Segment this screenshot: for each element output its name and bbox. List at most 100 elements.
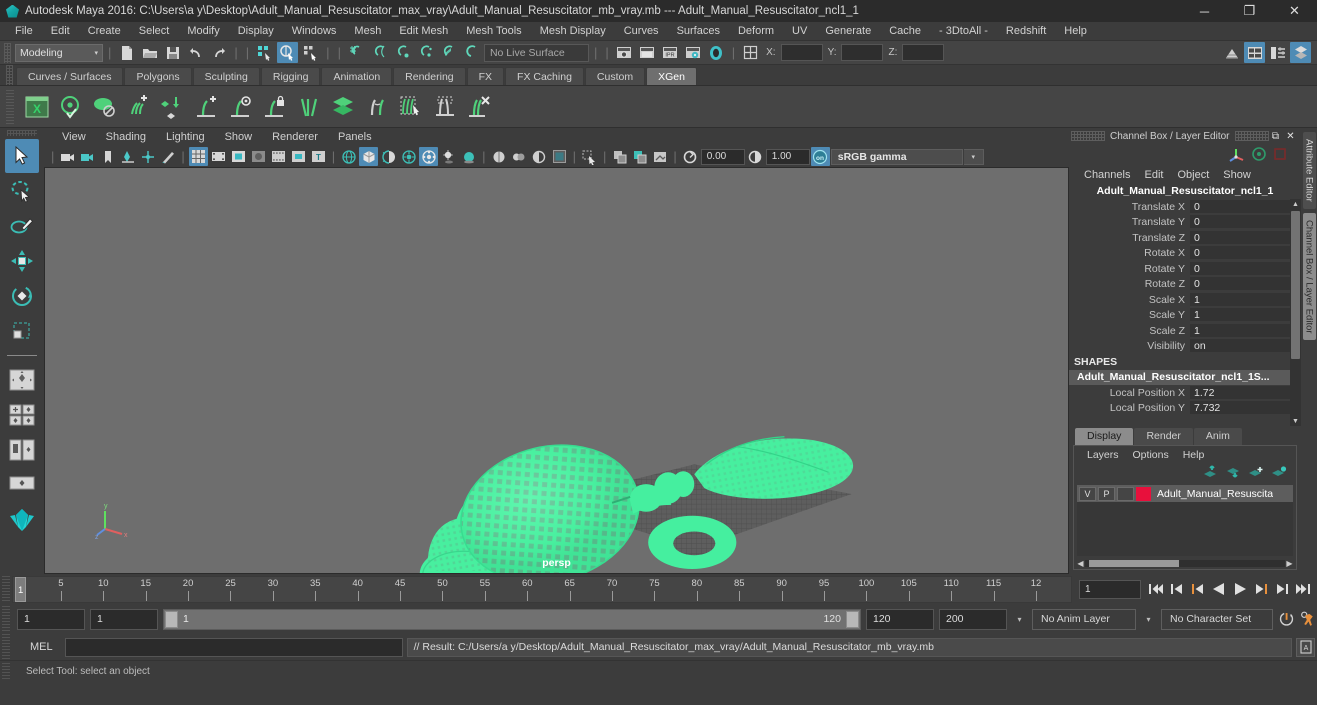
z-input-field[interactable] — [902, 44, 945, 61]
menu-uv[interactable]: UV — [783, 22, 816, 41]
undock-panel-icon[interactable]: ⧉ — [1269, 130, 1282, 143]
shelf-tab-polygons[interactable]: Polygons — [124, 67, 192, 85]
menu-help[interactable]: Help — [1055, 22, 1096, 41]
channel-value[interactable]: 1.72 — [1190, 385, 1290, 400]
layer-color-swatch[interactable] — [1136, 486, 1151, 501]
shelf-tab-sculpting[interactable]: Sculpting — [192, 67, 260, 85]
paint-select-tool-button[interactable] — [5, 209, 39, 243]
range-start-handle[interactable] — [165, 610, 178, 628]
scroll-right-arrow[interactable]: ▶ — [1285, 559, 1294, 568]
current-frame-field[interactable]: 1 — [1079, 579, 1141, 599]
help-menu[interactable]: Help — [1176, 449, 1212, 461]
snap-to-point-button[interactable] — [392, 42, 413, 63]
x-ray-joints-icon[interactable] — [510, 147, 529, 166]
toggle-modeling-toolkit-button[interactable] — [1221, 42, 1242, 63]
close-panel-icon[interactable]: ✕ — [1284, 130, 1297, 143]
tab-channel-box-layer-editor[interactable]: Channel Box / Layer Editor — [1302, 212, 1316, 341]
menu-windows[interactable]: Windows — [283, 22, 346, 41]
show-menu[interactable]: Show — [1216, 169, 1258, 181]
textured-shading-icon[interactable] — [399, 147, 418, 166]
layout-hypergraph-button[interactable] — [5, 468, 39, 502]
menu-3dtoall[interactable]: - 3DtoAll - — [930, 22, 997, 41]
shelf-tab-rendering[interactable]: Rendering — [393, 67, 466, 85]
object-menu[interactable]: Object — [1170, 169, 1216, 181]
layer-visibility-toggle[interactable]: V — [1079, 486, 1096, 501]
select-by-component-type-button[interactable] — [300, 42, 321, 63]
menu-edit[interactable]: Edit — [42, 22, 79, 41]
range-start-field[interactable]: 1 — [90, 608, 158, 630]
xgen-editor-icon[interactable]: X — [22, 92, 52, 122]
edit-menu[interactable]: Edit — [1137, 169, 1170, 181]
toggle-tool-settings-button[interactable] — [1267, 42, 1288, 63]
layout-single-persp-button[interactable] — [5, 433, 39, 467]
select-tool-button[interactable] — [5, 139, 39, 173]
render-current-frame-button[interactable] — [614, 42, 635, 63]
layers-menu[interactable]: Layers — [1080, 449, 1126, 461]
redo-render-button[interactable] — [637, 42, 658, 63]
snap-to-projected-center-button[interactable] — [415, 42, 436, 63]
menu-create[interactable]: Create — [79, 22, 130, 41]
smooth-shading-icon[interactable] — [359, 147, 379, 166]
tab-anim[interactable]: Anim — [1193, 428, 1242, 445]
options-menu[interactable]: Options — [1126, 449, 1176, 461]
anim-layer-selector[interactable]: No Anim Layer — [1032, 608, 1136, 630]
xgen-length-icon[interactable] — [362, 92, 392, 122]
select-by-hierarchy-button[interactable] — [254, 42, 275, 63]
toolbox-grip[interactable] — [7, 130, 37, 136]
film-gate-icon[interactable] — [209, 147, 228, 166]
y-input-field[interactable] — [841, 44, 884, 61]
rotate-manip-icon[interactable] — [1250, 145, 1268, 166]
animation-start-field[interactable]: 1 — [17, 608, 85, 630]
channel-value[interactable]: 1 — [1190, 292, 1290, 307]
ambient-occlusion-icon[interactable] — [459, 147, 478, 166]
layer-list[interactable]: V P Adult_Manual_Resuscita — [1077, 485, 1293, 556]
xgen-add-guides-icon[interactable] — [124, 92, 154, 122]
range-slider[interactable]: 1 120 — [163, 608, 861, 630]
menu-deform[interactable]: Deform — [729, 22, 783, 41]
remove-image-icon[interactable] — [650, 147, 669, 166]
go-to-end-icon[interactable] — [1294, 580, 1311, 599]
step-back-keyframe-icon[interactable] — [1168, 580, 1185, 599]
status-line-grip[interactable] — [4, 42, 11, 63]
new-scene-button[interactable] — [116, 42, 137, 63]
channel-value[interactable]: 0 — [1190, 246, 1290, 261]
gamma-field[interactable]: 1.00 — [765, 148, 810, 165]
color-management-field[interactable]: sRGB gamma — [830, 148, 963, 165]
play-forwards-icon[interactable] — [1231, 580, 1248, 599]
resolution-gate-icon[interactable] — [229, 147, 248, 166]
toggle-input-fields-button[interactable] — [740, 42, 761, 63]
new-layer-icon[interactable] — [1248, 465, 1264, 482]
command-language-label[interactable]: MEL — [16, 641, 61, 653]
select-camera-icon[interactable] — [58, 147, 77, 166]
grease-pencil-icon[interactable] — [158, 147, 177, 166]
shelf-tab-custom[interactable]: Custom — [584, 67, 646, 85]
shelf-icons-grip[interactable] — [6, 89, 14, 124]
scroll-down-arrow[interactable]: ▼ — [1290, 416, 1301, 426]
panel-grip[interactable] — [1234, 131, 1269, 141]
shelf-tab-animation[interactable]: Animation — [321, 67, 393, 85]
lasso-select-tool-button[interactable] — [5, 174, 39, 208]
live-surface-field[interactable]: No Live Surface — [483, 43, 589, 62]
move-tool-button[interactable] — [5, 244, 39, 278]
keep-image-icon[interactable] — [630, 147, 649, 166]
time-slider-grip[interactable] — [2, 576, 10, 602]
shadows-icon[interactable] — [439, 147, 458, 166]
step-forward-frame-icon[interactable] — [1252, 580, 1269, 599]
exposure-toggle-icon[interactable] — [550, 147, 569, 166]
channel-value[interactable]: on — [1190, 339, 1290, 354]
x-ray-active-components-icon[interactable] — [530, 147, 549, 166]
scrollbar-track[interactable] — [1085, 560, 1285, 567]
xgen-preview-icon[interactable] — [56, 92, 86, 122]
chevron-down-icon[interactable]: ▾ — [1141, 609, 1156, 630]
shelf-tab-xgen[interactable]: XGen — [646, 67, 697, 85]
shelf-tab-fx[interactable]: FX — [466, 67, 505, 85]
gamma-icon[interactable] — [746, 147, 765, 166]
xgen-delete-guides-icon[interactable] — [464, 92, 494, 122]
exposure-icon[interactable] — [681, 147, 700, 166]
channel-value[interactable]: 0 — [1190, 230, 1290, 245]
viewport-3d-canvas[interactable]: y x z persp — [44, 167, 1069, 574]
menu-edit-mesh[interactable]: Edit Mesh — [390, 22, 457, 41]
two-d-pan-zoom-icon[interactable] — [138, 147, 157, 166]
use-all-lights-icon[interactable] — [419, 147, 439, 166]
xgen-region-icon[interactable] — [430, 92, 460, 122]
